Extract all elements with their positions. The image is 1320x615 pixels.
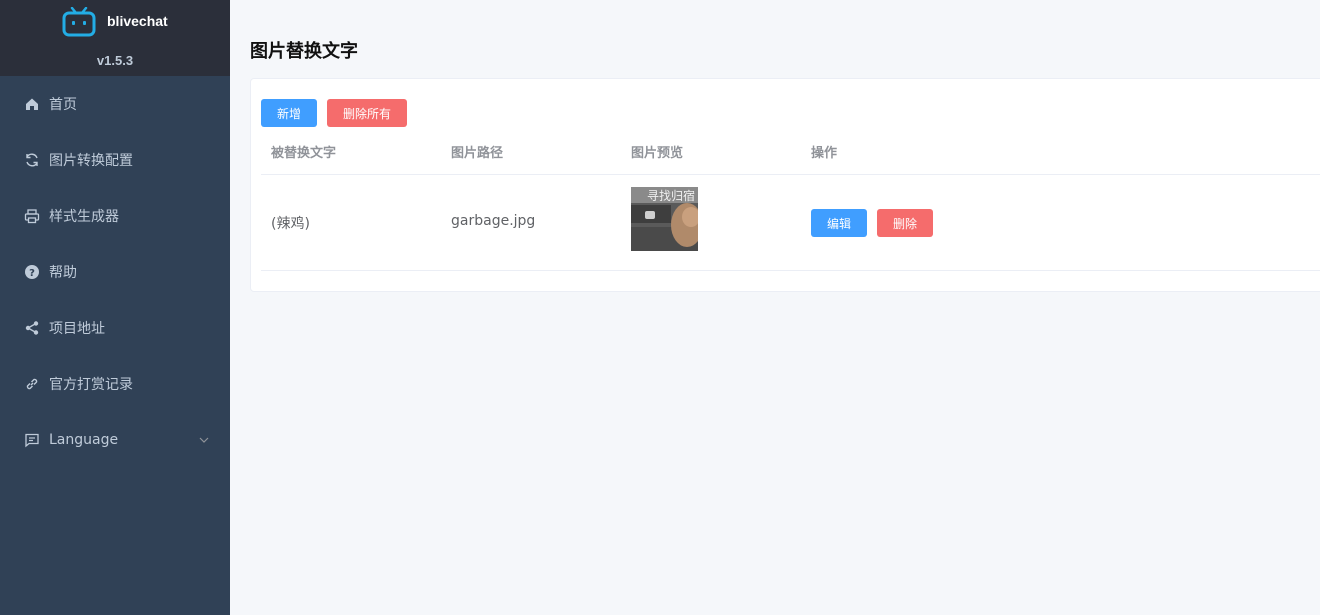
sidebar-item-label: 官方打赏记录	[49, 377, 133, 393]
chevron-down-icon	[199, 437, 209, 443]
cell-image-path: garbage.jpg	[451, 213, 536, 229]
sidebar-item-style-generator[interactable]: 样式生成器	[0, 188, 230, 244]
column-header-text: 被替换文字	[271, 146, 337, 161]
table-row-divider	[261, 270, 1320, 271]
image-preview: 寻找归宿	[631, 187, 698, 251]
sidebar-item-home[interactable]: 首页	[0, 76, 230, 132]
sidebar-item-gift-records[interactable]: 官方打赏记录	[0, 356, 230, 412]
column-header-actions: 操作	[811, 146, 838, 161]
sidebar-item-label: 首页	[49, 97, 77, 113]
sidebar-item-project-url[interactable]: 项目地址	[0, 300, 230, 356]
column-header-preview: 图片预览	[631, 146, 684, 161]
column-header-path: 图片路径	[451, 146, 504, 161]
preview-caption: 寻找归宿	[646, 189, 695, 203]
sidebar-item-label: 图片转换配置	[49, 153, 133, 169]
page-title: 图片替换文字	[250, 41, 358, 62]
message-icon	[24, 432, 40, 448]
help-icon: ?	[24, 264, 40, 280]
delete-button[interactable]: 删除	[877, 209, 933, 237]
sidebar: blivechat v1.5.3 首页 图片转换配置 样式生成器 ? 帮助 项目…	[0, 0, 230, 615]
table-header-divider	[261, 174, 1320, 175]
link-icon	[24, 376, 40, 392]
sidebar-item-label: 样式生成器	[49, 209, 119, 225]
sidebar-item-image-config[interactable]: 图片转换配置	[0, 132, 230, 188]
sidebar-item-language[interactable]: Language	[0, 412, 230, 468]
delete-all-button[interactable]: 删除所有	[327, 99, 407, 127]
app-version: v1.5.3	[96, 53, 134, 68]
content-card	[250, 78, 1320, 292]
cell-replaced-text: (辣鸡)	[271, 216, 310, 232]
bilibili-tv-logo-icon	[62, 7, 96, 37]
brand-header: blivechat v1.5.3	[0, 0, 230, 76]
share-icon	[24, 320, 40, 336]
sidebar-item-label: Language	[49, 432, 119, 448]
refresh-icon	[24, 152, 40, 168]
sidebar-item-label: 帮助	[49, 265, 77, 281]
add-button[interactable]: 新增	[261, 99, 317, 127]
edit-button[interactable]: 编辑	[811, 209, 867, 237]
sidebar-item-help[interactable]: ? 帮助	[0, 244, 230, 300]
app-name: blivechat	[107, 13, 168, 29]
svg-text:?: ?	[29, 268, 35, 279]
printer-icon	[24, 208, 40, 224]
sidebar-item-label: 项目地址	[49, 321, 105, 337]
home-icon	[24, 96, 40, 112]
